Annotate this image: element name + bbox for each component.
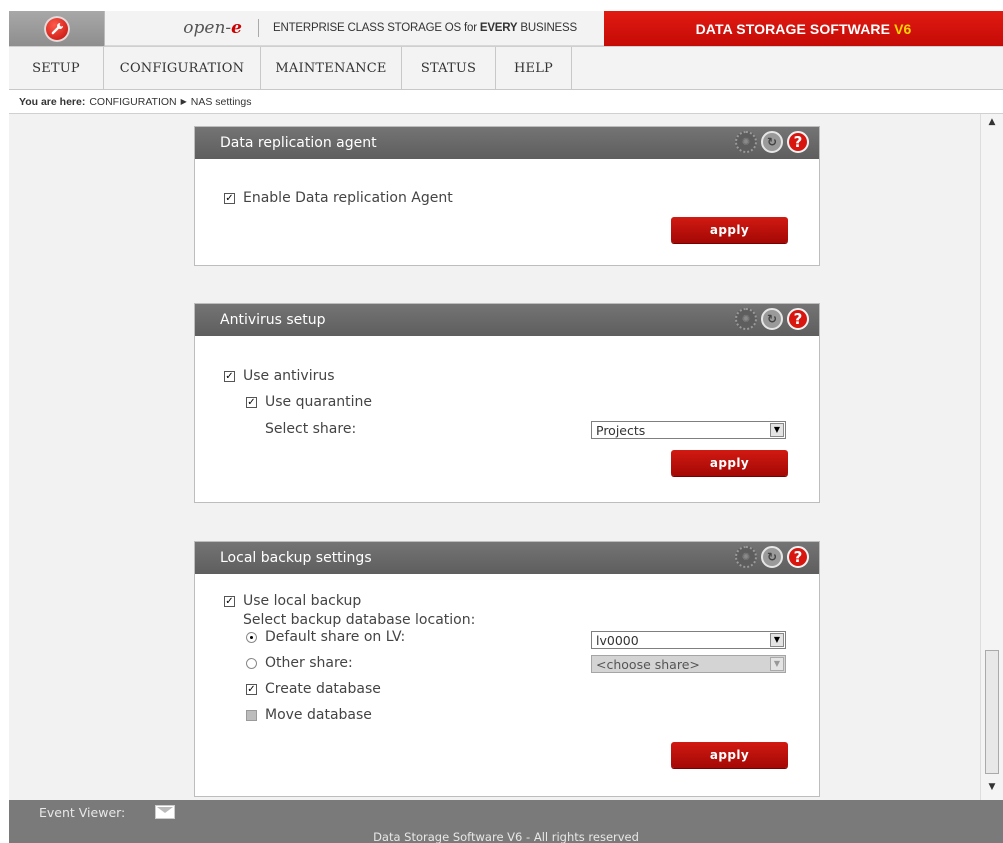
settings-icon[interactable]: ✺: [735, 546, 757, 568]
select-share-label: Select share:: [265, 421, 357, 437]
settings-icon[interactable]: ✺: [735, 131, 757, 153]
use-quarantine-checkbox[interactable]: ✓: [246, 396, 257, 408]
default-share-row: Default share on LV:: [246, 629, 405, 645]
other-share-select[interactable]: <choose share> ▼: [591, 655, 786, 673]
refresh-icon[interactable]: ↻: [761, 308, 783, 330]
antivirus-panel: Antivirus setup ✺ ↻ ? ✓ Use antivirus ✓ …: [194, 303, 820, 503]
panel-header: Antivirus setup ✺ ↻ ?: [195, 304, 819, 336]
breadcrumb-item-nas-settings: NAS settings: [190, 95, 252, 108]
brand-logo: open-e: [183, 18, 242, 38]
create-database-row: ✓ Create database: [246, 681, 381, 697]
move-database-row: Move database: [246, 707, 372, 723]
enable-replication-row: ✓ Enable Data replication Agent: [224, 190, 453, 206]
menu-maintenance[interactable]: MAINTENANCE: [261, 47, 402, 90]
replication-apply-button[interactable]: apply: [671, 217, 788, 243]
panel-title: Data replication agent: [220, 135, 377, 151]
settings-icon[interactable]: ✺: [735, 308, 757, 330]
share-select-value: Projects: [596, 422, 646, 438]
chevron-down-icon: ▼: [770, 423, 784, 437]
envelope-icon[interactable]: [155, 805, 176, 819]
copyright-footer: Data Storage Software V6 - All rights re…: [9, 824, 1003, 843]
use-local-backup-row: ✓ Use local backup: [224, 593, 361, 609]
other-share-radio[interactable]: [246, 657, 257, 669]
move-database-checkbox[interactable]: [246, 709, 257, 721]
breadcrumb-item-configuration[interactable]: CONFIGURATION: [89, 96, 176, 108]
panel-header: Local backup settings ✺ ↻ ?: [195, 542, 819, 574]
chevron-down-icon: ▼: [770, 633, 784, 647]
other-share-select-value: <choose share>: [596, 656, 700, 672]
use-antivirus-checkbox[interactable]: ✓: [224, 370, 235, 382]
enable-replication-checkbox[interactable]: ✓: [224, 192, 235, 204]
scroll-thumb[interactable]: [985, 650, 999, 774]
use-local-backup-label: Use local backup: [243, 593, 362, 609]
refresh-icon[interactable]: ↻: [761, 131, 783, 153]
create-database-checkbox[interactable]: ✓: [246, 683, 257, 695]
use-quarantine-row: ✓ Use quarantine: [246, 394, 372, 410]
other-share-label: Other share:: [265, 655, 353, 671]
menu-status[interactable]: STATUS: [402, 47, 496, 90]
help-icon[interactable]: ?: [787, 308, 809, 330]
lv-select[interactable]: lv0000 ▼: [591, 631, 786, 649]
scroll-up-icon[interactable]: ▲: [985, 117, 999, 129]
chevron-down-icon: ▼: [770, 657, 784, 671]
panel-title: Antivirus setup: [220, 312, 326, 328]
location-label: Select backup database location:: [243, 612, 476, 628]
default-share-label: Default share on LV:: [265, 629, 406, 645]
local-backup-panel: Local backup settings ✺ ↻ ? ✓ Use local …: [194, 541, 820, 797]
use-local-backup-checkbox[interactable]: ✓: [224, 595, 235, 607]
menu-help[interactable]: HELP: [496, 47, 572, 90]
product-title: DATA STORAGE SOFTWARE V6: [604, 11, 1003, 46]
move-database-label: Move database: [265, 707, 372, 723]
wrench-icon: [43, 15, 70, 42]
default-share-radio[interactable]: [246, 631, 257, 643]
breadcrumb-arrow-icon: ▶: [180, 97, 187, 106]
menu-setup[interactable]: SETUP: [9, 47, 104, 90]
create-database-label: Create database: [265, 681, 381, 697]
refresh-icon[interactable]: ↻: [761, 546, 783, 568]
lv-select-value: lv0000: [596, 632, 639, 648]
help-icon[interactable]: ?: [787, 546, 809, 568]
breadcrumb-prefix: You are here:: [19, 95, 86, 108]
data-replication-panel: Data replication agent ✺ ↻ ? ✓ Enable Da…: [194, 126, 820, 266]
event-viewer-bar: Event Viewer:: [9, 800, 1003, 824]
event-viewer-label: Event Viewer:: [39, 804, 126, 820]
other-share-row: Other share:: [246, 655, 353, 671]
menu-configuration[interactable]: CONFIGURATION: [104, 47, 261, 90]
backup-apply-button[interactable]: apply: [671, 742, 788, 768]
share-select[interactable]: Projects ▼: [591, 421, 786, 439]
breadcrumb: You are here: CONFIGURATION ▶ NAS settin…: [9, 90, 1003, 114]
help-icon[interactable]: ?: [787, 131, 809, 153]
use-antivirus-label: Use antivirus: [243, 368, 335, 384]
enable-replication-label: Enable Data replication Agent: [243, 190, 453, 206]
brand-strip: open-e ENTERPRISE CLASS STORAGE OS for E…: [105, 11, 604, 46]
use-quarantine-label: Use quarantine: [265, 394, 373, 410]
scroll-down-icon[interactable]: ▼: [985, 782, 999, 794]
panel-title: Local backup settings: [220, 550, 372, 566]
panel-header: Data replication agent ✺ ↻ ?: [195, 127, 819, 159]
main-menu: SETUP CONFIGURATION MAINTENANCE STATUS H…: [9, 46, 1003, 90]
brand-tagline: ENTERPRISE CLASS STORAGE OS for EVERY BU…: [273, 22, 577, 34]
content-area: Data replication agent ✺ ↻ ? ✓ Enable Da…: [9, 114, 980, 800]
antivirus-apply-button[interactable]: apply: [671, 450, 788, 476]
use-antivirus-row: ✓ Use antivirus: [224, 368, 335, 384]
logo-button[interactable]: [9, 11, 105, 46]
top-header: open-e ENTERPRISE CLASS STORAGE OS for E…: [9, 11, 1003, 46]
vertical-scrollbar[interactable]: ▲ ▼: [980, 114, 1003, 800]
